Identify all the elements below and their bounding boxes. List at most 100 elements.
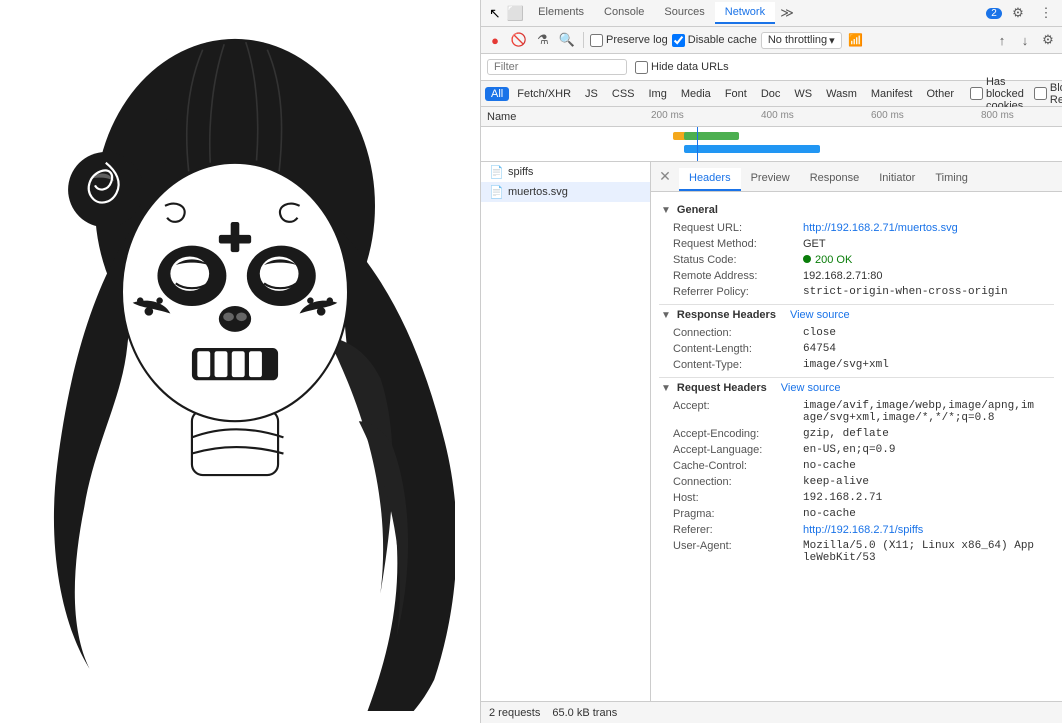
- content-type-key: Content-Type:: [673, 359, 803, 371]
- detail-tab-headers[interactable]: Headers: [679, 168, 741, 191]
- filter-input[interactable]: [487, 59, 627, 75]
- host-key: Host:: [673, 492, 803, 504]
- disable-cache-checkbox[interactable]: [672, 34, 685, 47]
- status-bar: 2 requests 65.0 kB trans: [481, 701, 1062, 723]
- type-btn-ws[interactable]: WS: [788, 87, 818, 101]
- detail-tab-timing[interactable]: Timing: [925, 168, 978, 191]
- file-list: 📄 spiffs 📄 muertos.svg: [481, 162, 651, 701]
- response-view-source-link[interactable]: View source: [790, 309, 850, 321]
- host-row: Host: 192.168.2.71: [659, 490, 1054, 506]
- filter-btn[interactable]: ⚗: [533, 30, 553, 50]
- preserve-log-label[interactable]: Preserve log: [590, 34, 668, 47]
- hide-data-urls-label[interactable]: Hide data URLs: [635, 61, 729, 74]
- tl-label-2: 400 ms: [761, 110, 794, 121]
- accept-language-val: en-US,en;q=0.9: [803, 444, 895, 456]
- type-btn-manifest[interactable]: Manifest: [865, 87, 919, 101]
- type-btn-fetch[interactable]: Fetch/XHR: [511, 87, 577, 101]
- preserve-log-checkbox[interactable]: [590, 34, 603, 47]
- req-connection-val: keep-alive: [803, 476, 869, 488]
- response-headers-section[interactable]: ▼ Response Headers View source: [659, 304, 1054, 325]
- no-throttling-btn[interactable]: No throttling ▾: [761, 32, 842, 49]
- connection-val: close: [803, 327, 836, 339]
- timeline-vline: [697, 127, 698, 161]
- content-length-key: Content-Length:: [673, 343, 803, 355]
- settings2-btn[interactable]: ⚙: [1038, 30, 1058, 50]
- blocked-requests-label[interactable]: Blocked Requests: [1034, 82, 1062, 106]
- status-code-row: Status Code: 200 OK: [659, 252, 1054, 268]
- devtools-settings-btn[interactable]: ⚙: [1006, 1, 1030, 25]
- req-connection-row: Connection: keep-alive: [659, 474, 1054, 490]
- blocked-cookies-checkbox[interactable]: [970, 87, 983, 100]
- detail-close-btn[interactable]: ✕: [655, 166, 675, 186]
- type-btn-img[interactable]: Img: [643, 87, 673, 101]
- blocked-requests-checkbox[interactable]: [1034, 87, 1047, 100]
- accept-key: Accept:: [673, 400, 803, 424]
- type-btn-other[interactable]: Other: [920, 87, 960, 101]
- devtools-panel: ↖ ⬜ Elements Console Sources Network ≫ 2…: [480, 0, 1062, 723]
- main-area: 📄 spiffs 📄 muertos.svg ✕ Headers Preview…: [481, 162, 1062, 701]
- accept-row: Accept: image/avif,image/webp,image/apng…: [659, 398, 1054, 426]
- request-headers-title: Request Headers: [677, 382, 767, 394]
- disable-cache-label[interactable]: Disable cache: [672, 34, 757, 47]
- type-btn-doc[interactable]: Doc: [755, 87, 787, 101]
- general-section-title: General: [677, 204, 718, 216]
- connection-row: Connection: close: [659, 325, 1054, 341]
- status-dot-icon: [803, 255, 811, 263]
- request-method-row: Request Method: GET: [659, 236, 1054, 252]
- devtools-more-btn[interactable]: ⋮: [1034, 1, 1058, 25]
- tab-sources[interactable]: Sources: [654, 2, 714, 24]
- request-url-val[interactable]: http://192.168.2.71/muertos.svg: [803, 222, 958, 234]
- timeline-name-col-header: Name: [481, 111, 651, 123]
- hide-data-urls-checkbox[interactable]: [635, 61, 648, 74]
- request-method-key: Request Method:: [673, 238, 803, 250]
- cache-control-row: Cache-Control: no-cache: [659, 458, 1054, 474]
- general-section-header[interactable]: ▼ General: [659, 200, 1054, 220]
- hide-data-urls-text: Hide data URLs: [651, 61, 729, 73]
- request-headers-section[interactable]: ▼ Request Headers View source: [659, 377, 1054, 398]
- timeline-chart-left: [481, 127, 651, 161]
- type-btn-media[interactable]: Media: [675, 87, 717, 101]
- blocked-requests-text: Blocked Requests: [1050, 82, 1062, 106]
- request-headers-arrow-icon: ▼: [661, 383, 671, 394]
- type-btn-js[interactable]: JS: [579, 87, 604, 101]
- type-btn-all[interactable]: All: [485, 87, 509, 101]
- cursor-icon[interactable]: ↖: [489, 5, 501, 22]
- wifi-icon[interactable]: 📶: [846, 30, 866, 50]
- type-btn-css[interactable]: CSS: [606, 87, 641, 101]
- referer-key: Referer:: [673, 524, 803, 536]
- tab-elements[interactable]: Elements: [528, 2, 594, 24]
- content-length-val: 64754: [803, 343, 836, 355]
- request-view-source-link[interactable]: View source: [781, 382, 841, 394]
- tab-console[interactable]: Console: [594, 2, 654, 24]
- file-item-spiffs[interactable]: 📄 spiffs: [481, 162, 650, 182]
- timeline-chart: [481, 127, 1062, 162]
- remote-address-val: 192.168.2.71:80: [803, 270, 883, 282]
- status-code-num: 200: [815, 254, 833, 266]
- stop-btn[interactable]: 🚫: [509, 30, 529, 50]
- file-item-muertos[interactable]: 📄 muertos.svg: [481, 182, 650, 202]
- referer-val[interactable]: http://192.168.2.71/spiffs: [803, 524, 923, 536]
- detail-panel: ✕ Headers Preview Response Initiator Tim…: [651, 162, 1062, 701]
- tab-network[interactable]: Network: [715, 2, 775, 24]
- detail-tab-preview[interactable]: Preview: [741, 168, 800, 191]
- user-agent-val: Mozilla/5.0 (X11; Linux x86_64) AppleWeb…: [803, 540, 1040, 564]
- pragma-row: Pragma: no-cache: [659, 506, 1054, 522]
- type-btn-font[interactable]: Font: [719, 87, 753, 101]
- type-btn-wasm[interactable]: Wasm: [820, 87, 863, 101]
- detail-tabs: ✕ Headers Preview Response Initiator Tim…: [651, 162, 1062, 192]
- referer-row: Referer: http://192.168.2.71/spiffs: [659, 522, 1054, 538]
- upload-btn[interactable]: ↑: [992, 30, 1012, 50]
- detail-tab-response[interactable]: Response: [800, 168, 870, 191]
- more-tabs-btn[interactable]: ≫: [775, 1, 799, 25]
- cache-control-key: Cache-Control:: [673, 460, 803, 472]
- record-btn[interactable]: ●: [485, 30, 505, 50]
- search-btn[interactable]: 🔍: [557, 30, 577, 50]
- device-icon[interactable]: ⬜: [507, 5, 524, 22]
- download-btn[interactable]: ↓: [1015, 30, 1035, 50]
- host-val: 192.168.2.71: [803, 492, 882, 504]
- content-length-row: Content-Length: 64754: [659, 341, 1054, 357]
- referrer-policy-key: Referrer Policy:: [673, 286, 803, 298]
- detail-tab-initiator[interactable]: Initiator: [869, 168, 925, 191]
- req-connection-key: Connection:: [673, 476, 803, 488]
- timeline-bar-3: [684, 145, 820, 153]
